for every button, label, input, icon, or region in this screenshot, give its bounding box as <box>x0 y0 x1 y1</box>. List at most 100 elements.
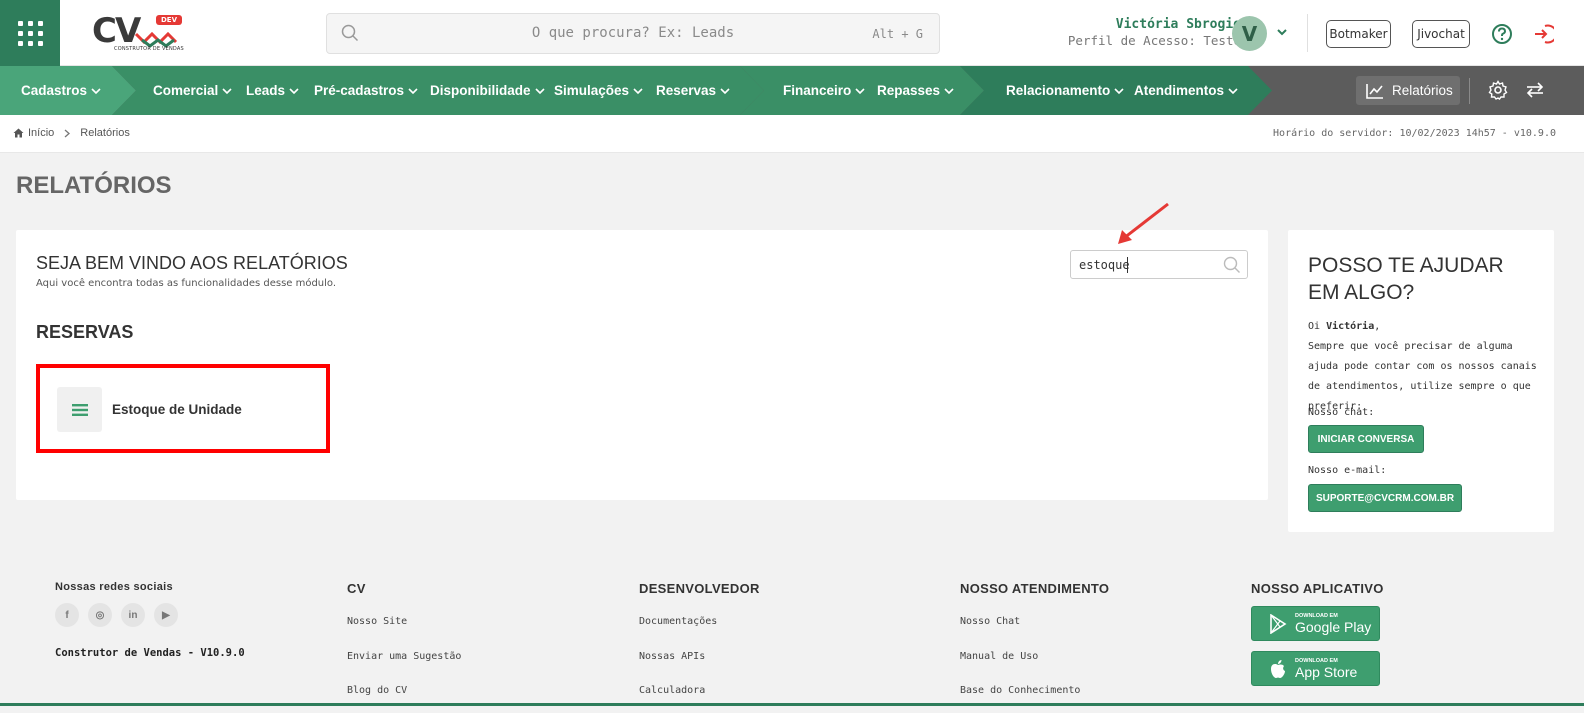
nav-divider <box>1469 78 1470 104</box>
search-icon[interactable] <box>1223 256 1241 274</box>
footer-link-base-conhecimento[interactable]: Base do Conhecimento <box>960 685 1080 696</box>
chevron-down-icon <box>720 87 730 94</box>
list-icon <box>71 403 88 416</box>
text-caret <box>1127 257 1128 273</box>
support-email-button[interactable]: SUPORTE@CVCRM.COM.BR <box>1308 484 1462 512</box>
top-header: CV DEV CONSTRUTOR DE VENDAS O que procur… <box>0 0 1584 66</box>
footer-link-apis[interactable]: Nossas APIs <box>639 651 705 662</box>
nav-financeiro[interactable]: Financeiro <box>783 66 865 115</box>
chevron-down-icon <box>222 87 232 94</box>
breadcrumb: Início Relatórios <box>13 127 130 139</box>
footer-support-title: NOSSO ATENDIMENTO <box>960 581 1110 596</box>
nav-label: Disponibilidade <box>430 83 531 98</box>
help-greeting-name: Victória <box>1326 321 1375 332</box>
apple-icon <box>1271 660 1285 678</box>
google-play-button[interactable]: DOWNLOAD EM Google Play <box>1251 606 1380 641</box>
logout-icon[interactable] <box>1532 23 1554 45</box>
footer-link-nosso-site[interactable]: Nosso Site <box>347 616 407 627</box>
facebook-glyph: f <box>65 609 69 621</box>
swap-icon[interactable] <box>1525 80 1545 100</box>
footer-link-sugestao[interactable]: Enviar uma Sugestão <box>347 651 461 662</box>
footer-link-blog[interactable]: Blog do CV <box>347 685 407 696</box>
botmaker-button[interactable]: Botmaker <box>1326 20 1391 48</box>
logo-subtitle: CONSTRUTOR DE VENDAS <box>114 46 184 52</box>
annotation-arrow-icon <box>1118 202 1169 244</box>
facebook-icon[interactable]: f <box>55 603 79 627</box>
logo[interactable]: CV DEV CONSTRUTOR DE VENDAS <box>92 12 192 56</box>
chevron-down-icon <box>91 87 101 94</box>
youtube-icon[interactable]: ▶ <box>154 603 178 627</box>
chart-line-icon <box>1366 83 1383 99</box>
nav-disponibilidade[interactable]: Disponibilidade <box>430 66 545 115</box>
logo-text: CV <box>92 11 141 51</box>
search-shortcut: Alt + G <box>872 27 923 41</box>
nav-label: Simulações <box>554 83 630 98</box>
help-icon[interactable] <box>1491 23 1513 45</box>
user-info[interactable]: Victória Sbrogio Perfil de Acesso: Teste <box>1068 17 1241 49</box>
welcome-subtitle: Aqui você encontra todas as funcionalida… <box>36 278 337 289</box>
nav-leads[interactable]: Leads <box>246 66 299 115</box>
nav-cadastros[interactable]: Cadastros <box>21 66 101 115</box>
main-nav: Cadastros Comercial Leads Pré-cadastros … <box>0 66 1584 115</box>
server-time: Horário do servidor: 10/02/2023 14h57 - … <box>1273 128 1556 139</box>
nav-relatorios-button[interactable]: Relatórios <box>1356 76 1460 105</box>
global-search[interactable]: O que procura? Ex: Leads Alt + G <box>326 13 940 54</box>
chevron-down-icon <box>944 87 954 94</box>
footer-link-documentacoes[interactable]: Documentações <box>639 616 717 627</box>
bottom-accent-line <box>0 703 1584 706</box>
nav-label: Relacionamento <box>1006 83 1111 98</box>
nav-simulacoes[interactable]: Simulações <box>554 66 643 115</box>
breadcrumb-current: Relatórios <box>80 127 130 139</box>
home-icon <box>13 128 24 138</box>
report-icon-box <box>57 387 102 432</box>
reports-search-input[interactable]: estoque <box>1070 250 1248 279</box>
nav-label: Atendimentos <box>1134 83 1225 98</box>
header-divider <box>1307 14 1308 52</box>
logo-dev-badge: DEV <box>156 15 183 25</box>
linkedin-glyph: in <box>128 609 138 621</box>
welcome-title: SEJA BEM VINDO AOS RELATÓRIOS <box>36 253 348 273</box>
instagram-icon[interactable]: ◎ <box>88 603 112 627</box>
instagram-glyph: ◎ <box>95 609 105 621</box>
nav-label: Financeiro <box>783 83 852 98</box>
help-card: POSSO TE AJUDAR EM ALGO? Oi Victória, Se… <box>1288 230 1554 532</box>
nav-label: Comercial <box>153 83 219 98</box>
footer-link-chat[interactable]: Nosso Chat <box>960 616 1020 627</box>
chevron-down-icon <box>408 87 418 94</box>
help-greeting-prefix: Oi <box>1308 321 1327 332</box>
jivochat-button[interactable]: Jivochat <box>1412 20 1470 48</box>
breadcrumb-bar: Início Relatórios Horário do servidor: 1… <box>0 115 1584 153</box>
chevron-down-icon <box>1114 87 1124 94</box>
nav-atendimentos[interactable]: Atendimentos <box>1134 66 1238 115</box>
grid-icon <box>17 20 43 46</box>
app-store-button[interactable]: DOWNLOAD EM App Store <box>1251 651 1380 686</box>
nav-repasses[interactable]: Repasses <box>877 66 954 115</box>
breadcrumb-home[interactable]: Início <box>28 127 54 139</box>
nav-label: Pré-cadastros <box>314 83 405 98</box>
page-title: RELATÓRIOS <box>16 172 172 199</box>
chevron-down-icon <box>633 87 643 94</box>
chevron-down-icon[interactable] <box>1276 27 1288 37</box>
gear-icon[interactable] <box>1488 80 1508 100</box>
logo-waves-icon <box>134 31 178 48</box>
start-chat-button[interactable]: INICIAR CONVERSA <box>1308 425 1424 453</box>
app-store-big-text: App Store <box>1295 664 1358 680</box>
youtube-glyph: ▶ <box>162 609 170 621</box>
nav-label: Cadastros <box>21 83 88 98</box>
help-title: POSSO TE AJUDAR EM ALGO? <box>1308 254 1504 304</box>
help-greeting-suffix: , <box>1374 321 1381 332</box>
reports-search-value: estoque <box>1079 258 1130 272</box>
section-title-reservas: RESERVAS <box>36 322 134 342</box>
avatar[interactable]: V <box>1232 16 1267 51</box>
footer-link-manual[interactable]: Manual de Uso <box>960 651 1038 662</box>
linkedin-icon[interactable]: in <box>121 603 145 627</box>
nav-reservas[interactable]: Reservas <box>656 66 730 115</box>
nav-pre-cadastros[interactable]: Pré-cadastros <box>314 66 418 115</box>
nav-comercial[interactable]: Comercial <box>153 66 232 115</box>
apps-menu-button[interactable] <box>0 0 60 66</box>
footer-link-calculadora[interactable]: Calculadora <box>639 685 705 696</box>
nav-label: Repasses <box>877 83 941 98</box>
report-item-estoque-de-unidade[interactable]: Estoque de Unidade <box>36 364 330 453</box>
nav-label: Leads <box>246 83 286 98</box>
nav-relacionamento[interactable]: Relacionamento <box>1006 66 1124 115</box>
